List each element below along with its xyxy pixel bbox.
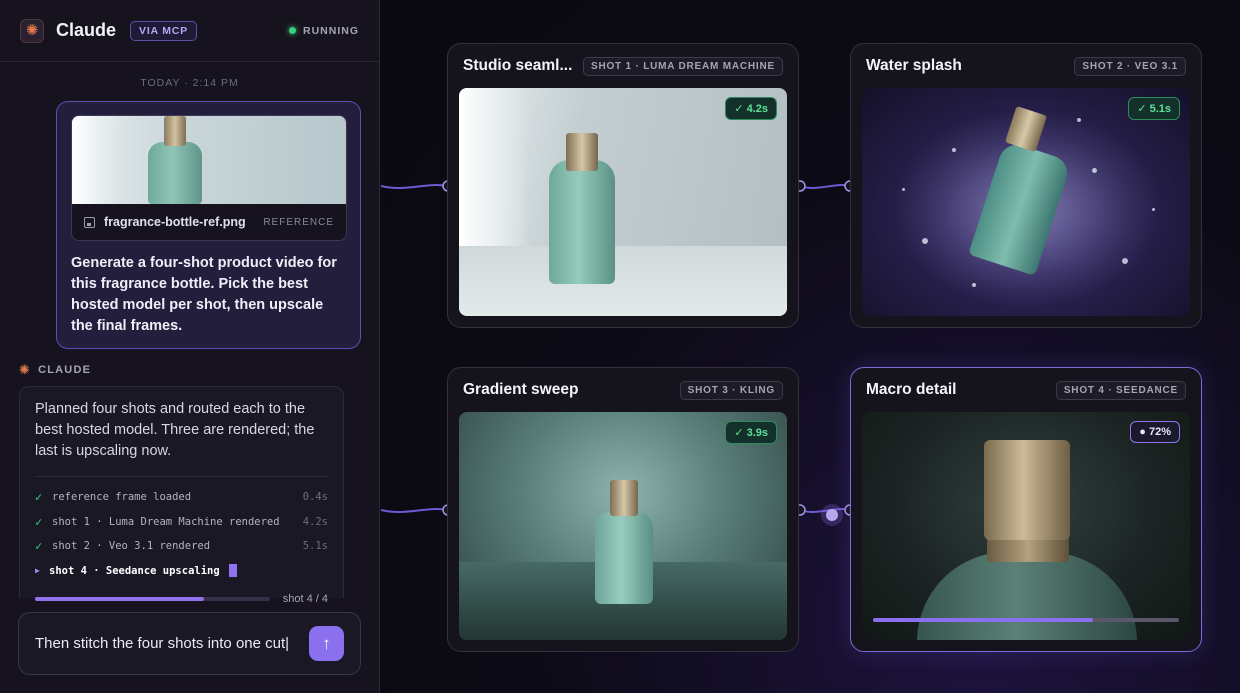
- shot-title: Gradient sweep: [463, 381, 579, 398]
- arrow-up-icon: ↑: [322, 633, 331, 653]
- attachment-card[interactable]: fragrance-bottle-ref.png REFERENCE: [71, 115, 347, 241]
- app-name: Claude: [56, 20, 117, 40]
- shot-title: Macro detail: [866, 381, 957, 398]
- log-text: shot 2 · Veo 3.1 rendered: [52, 540, 211, 553]
- chat-sidebar: ✺ Claude VIA MCP RUNNING TODAY · 2:14 PM…: [0, 0, 380, 693]
- assistant-message-text: Planned four shots and routed each to th…: [35, 401, 315, 459]
- shot-title: Studio seaml...: [463, 57, 573, 74]
- log-time: 0.4s: [302, 491, 328, 504]
- log-text: shot 1 · Luma Dream Machine rendered: [52, 515, 280, 528]
- check-icon: ✓: [35, 539, 43, 554]
- status-label: RUNNING: [303, 24, 359, 37]
- message-input[interactable]: [35, 635, 309, 652]
- user-message: fragrance-bottle-ref.png REFERENCE Gener…: [56, 101, 361, 349]
- assistant-name: CLAUDE: [38, 364, 92, 376]
- shot-progress-bar: [873, 618, 1179, 622]
- shot-title: Water splash: [866, 57, 962, 74]
- image-file-icon: [84, 216, 95, 228]
- connector-line: [799, 184, 851, 189]
- connector-line: [381, 508, 449, 513]
- shot-model-tag: SHOT 3 · KLING: [679, 380, 783, 400]
- shot-card-1[interactable]: Studio seaml... SHOT 1 · LUMA DREAM MACH…: [447, 43, 799, 328]
- message-timestamp: TODAY · 2:14 PM: [140, 77, 239, 89]
- attachment-filename: fragrance-bottle-ref.png: [104, 215, 246, 229]
- workflow-canvas: Studio seaml... SHOT 1 · LUMA DREAM MACH…: [381, 0, 1240, 693]
- log-row: ✓ shot 1 · Luma Dream Machine rendered 4…: [35, 510, 328, 535]
- progress-track: [35, 597, 270, 601]
- render-time-badge: ✓ 4.2s: [725, 97, 777, 120]
- shot-preview-image: ✓ 3.9s: [459, 412, 787, 640]
- log-time: 5.1s: [302, 540, 328, 553]
- shot-preview-image: ✓ 4.2s: [459, 88, 787, 316]
- shot-progress-fill: [873, 618, 1094, 622]
- attachment-tag: REFERENCE: [263, 216, 334, 228]
- shot-model-tag: SHOT 4 · SEEDANCE: [1055, 380, 1186, 400]
- shot-card-3[interactable]: Gradient sweep SHOT 3 · KLING ✓ 3.9s: [447, 367, 799, 652]
- send-button[interactable]: ↑: [309, 626, 344, 661]
- assistant-progress: shot 4 / 4: [35, 593, 328, 605]
- shot-preview-image: ✓ 5.1s: [862, 88, 1190, 316]
- flow-pulse-glow: [821, 504, 843, 526]
- claude-logo-icon: ✺: [20, 18, 44, 43]
- play-triangle-icon: ▶: [35, 566, 40, 576]
- log-row-active: ▶ shot 4 · Seedance upscaling: [35, 559, 328, 584]
- claude-spark-icon: ✺: [19, 362, 32, 377]
- status-indicator: RUNNING: [289, 25, 359, 37]
- log-time: 4.2s: [302, 515, 328, 528]
- render-time-badge: ✓ 5.1s: [1128, 97, 1180, 120]
- shot-card-4[interactable]: Macro detail SHOT 4 · SEEDANCE ● 72%: [850, 367, 1202, 652]
- shot-model-tag: SHOT 1 · LUMA DREAM MACHINE: [582, 56, 783, 76]
- bottle-image: [549, 160, 615, 284]
- shot-card-2[interactable]: Water splash SHOT 2 · VEO 3.1 ✓ 5.1s: [850, 43, 1202, 328]
- assistant-message: Planned four shots and routed each to th…: [19, 386, 344, 605]
- cursor-block-icon: [228, 564, 237, 578]
- render-time-badge: ✓ 3.9s: [725, 421, 777, 444]
- via-mcp-badge: VIA MCP: [130, 20, 197, 41]
- render-progress-badge: ● 72%: [1130, 421, 1180, 443]
- status-dot-icon: [289, 27, 296, 34]
- bottle-image: [148, 142, 202, 204]
- shot-model-tag: SHOT 2 · VEO 3.1: [1074, 56, 1186, 76]
- log-text: reference frame loaded: [52, 491, 192, 504]
- progress-label: shot 4 / 4: [282, 593, 328, 605]
- active-step-text: shot 4 · Seedance upscaling: [49, 564, 220, 577]
- user-message-text: Generate a four-shot product video for t…: [71, 255, 337, 334]
- check-icon: ✓: [35, 514, 43, 529]
- progress-fill: [35, 597, 205, 601]
- log-row: ✓ reference frame loaded 0.4s: [35, 485, 328, 510]
- sidebar-header: ✺ Claude VIA MCP RUNNING: [0, 0, 379, 62]
- attachment-thumbnail: [72, 116, 346, 204]
- shot-preview-image: ● 72%: [862, 412, 1190, 640]
- connector-line: [381, 184, 449, 189]
- check-icon: ✓: [35, 490, 43, 505]
- message-composer: ↑: [18, 612, 361, 675]
- assistant-label: ✺ CLAUDE: [19, 362, 91, 378]
- divider: [35, 476, 328, 477]
- bottle-image: [917, 552, 1137, 640]
- bottle-image: [595, 512, 653, 604]
- log-row: ✓ shot 2 · Veo 3.1 rendered 5.1s: [35, 534, 328, 559]
